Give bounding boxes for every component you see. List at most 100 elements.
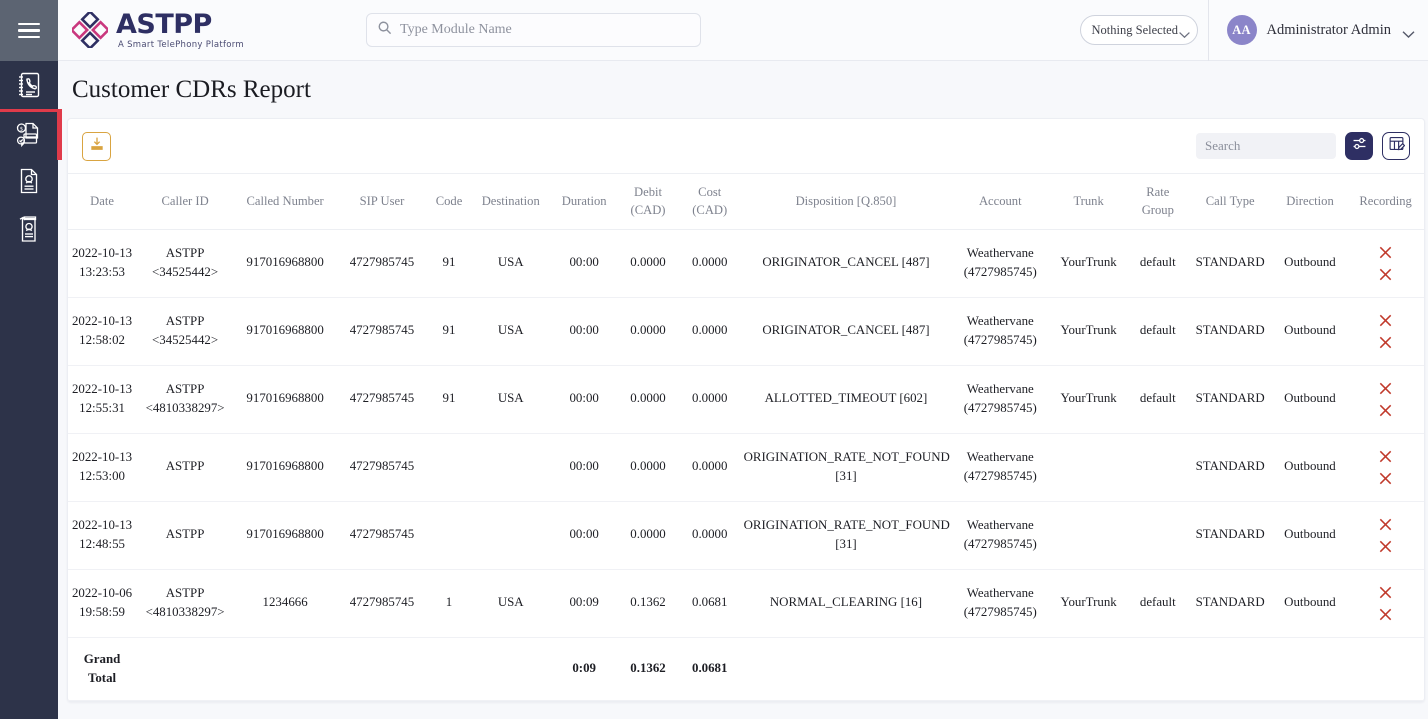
columns-button[interactable] [1382, 132, 1410, 160]
grand-total-empty-cell [1187, 637, 1273, 702]
cell-cost: 0.0681 [678, 569, 741, 638]
search-input[interactable] [392, 22, 690, 38]
cell-caller-id: ASTPP [136, 433, 235, 502]
cell-direction: Outbound [1272, 365, 1348, 434]
col-debit[interactable]: Debit (CAD) [617, 173, 679, 230]
cell-recording [1347, 229, 1424, 298]
cell-rate-group: default [1127, 365, 1188, 434]
sidebar-item-document[interactable] [0, 157, 58, 205]
table-row[interactable]: 2022-10-13 12:53:00 ASTPP 917016968800 4727… [68, 433, 1424, 502]
col-date[interactable]: Date [68, 173, 137, 230]
col-duration[interactable]: Duration [551, 173, 618, 230]
cell-direction: Outbound [1272, 433, 1348, 502]
col-called-number[interactable]: Called Number [234, 173, 337, 230]
left-sidebar: $ [0, 0, 62, 719]
cell-disposition: ORIGINATION_RATE_NOT_FOUND [31] [740, 433, 952, 502]
cell-destination [470, 501, 552, 570]
cell-call-type: STANDARD [1187, 433, 1273, 502]
app-logo[interactable]: ASTPP A Smart TelePhony Platform [58, 9, 348, 51]
cell-recording [1347, 433, 1424, 502]
col-destination[interactable]: Destination [470, 173, 552, 230]
cdr-table: Date Caller ID Called Number SIP User Co… [68, 173, 1424, 702]
grand-total-label: Grand Total [68, 637, 137, 702]
invoice-card-icon: $ [15, 121, 43, 149]
cell-sip-user: 4727985745 [336, 433, 428, 502]
document-user-icon [17, 167, 41, 195]
col-sip-user[interactable]: SIP User [336, 173, 428, 230]
cell-trunk: YourTrunk [1049, 365, 1128, 434]
col-direction[interactable]: Direction [1272, 173, 1348, 230]
cell-rate-group: default [1127, 569, 1188, 638]
table-row[interactable]: 2022-10-13 12:58:02 ASTPP <34525442> 91701… [68, 297, 1424, 366]
module-search-box[interactable] [366, 13, 701, 47]
cell-destination: USA [470, 365, 552, 434]
cell-sip-user: 4727985745 [336, 297, 428, 366]
logo-tagline: A Smart TelePhony Platform [118, 39, 244, 50]
col-account[interactable]: Account [951, 173, 1050, 230]
sidebar-item-billing[interactable]: $ [0, 109, 62, 160]
astpp-logo-icon [69, 9, 111, 51]
grand-total-empty-cell [740, 637, 952, 702]
chevron-down-icon[interactable] [1401, 26, 1415, 38]
cell-cost: 0.0000 [678, 229, 741, 298]
table-head: Date Caller ID Called Number SIP User Co… [68, 173, 1424, 230]
cell-debit: 0.0000 [617, 433, 679, 502]
col-call-type[interactable]: Call Type [1187, 173, 1273, 230]
cell-rate-group: default [1127, 229, 1188, 298]
cell-code [427, 433, 471, 502]
cell-direction: Outbound [1272, 229, 1348, 298]
col-rate-group[interactable]: Rate Group [1127, 173, 1188, 230]
menu-toggle[interactable] [0, 0, 58, 61]
cell-call-type: STANDARD [1187, 229, 1273, 298]
cell-recording [1347, 297, 1424, 366]
nothing-selected-dropdown[interactable]: Nothing Selected [1079, 15, 1198, 45]
col-trunk[interactable]: Trunk [1049, 173, 1128, 230]
table-body: 2022-10-13 13:23:53 ASTPP <34525442> 91701… [68, 229, 1424, 702]
cell-destination: USA [470, 569, 552, 638]
table-row[interactable]: 2022-10-13 13:23:53 ASTPP <34525442> 91701… [68, 229, 1424, 298]
cell-cost: 0.0000 [678, 365, 741, 434]
cell-rate-group: default [1127, 297, 1188, 366]
cell-sip-user: 4727985745 [336, 365, 428, 434]
table-row[interactable]: 2022-10-13 12:48:55 ASTPP 917016968800 4727… [68, 501, 1424, 570]
col-recording[interactable]: Recording [1347, 173, 1424, 230]
cell-disposition: NORMAL_CLEARING [16] [740, 569, 952, 638]
col-cost[interactable]: Cost (CAD) [678, 173, 741, 230]
hamburger-icon[interactable] [18, 22, 40, 39]
download-button[interactable] [82, 131, 111, 161]
recording-unavailable-icon [1350, 516, 1421, 555]
grand-total-row: Grand Total 0:09 0.1362 0.0681 [68, 637, 1424, 702]
cell-duration: 00:00 [551, 297, 618, 366]
grand-total-empty-cell [136, 637, 235, 702]
cell-account: Weathervane (4727985745) [951, 569, 1050, 638]
user-menu[interactable]: AA Administrator Admin [1207, 0, 1428, 61]
cell-recording [1347, 569, 1424, 638]
cell-direction: Outbound [1272, 501, 1348, 570]
cell-called-number: 917016968800 [234, 229, 337, 298]
toolbar-right [1196, 132, 1410, 160]
col-disposition[interactable]: Disposition [Q.850] [740, 173, 952, 230]
recording-unavailable-icon [1350, 244, 1421, 283]
col-code[interactable]: Code [427, 173, 471, 230]
col-caller-id[interactable]: Caller ID [136, 173, 235, 230]
cell-debit: 0.0000 [617, 229, 679, 298]
app-header: ASTPP A Smart TelePhony Platform Nothing… [58, 0, 1428, 61]
table-row[interactable]: 2022-10-06 19:58:59 ASTPP <4810338297> 123… [68, 569, 1424, 638]
filter-button[interactable] [1345, 132, 1373, 160]
sidebar-item-phonebook[interactable] [0, 61, 58, 109]
grand-total-empty-cell [470, 637, 552, 702]
clipboard-report-icon [17, 215, 42, 244]
cell-date: 2022-10-13 12:48:55 [68, 501, 137, 570]
grand-total-empty-cell [1272, 637, 1348, 702]
cell-account: Weathervane (4727985745) [951, 297, 1050, 366]
cell-debit: 0.0000 [617, 297, 679, 366]
cell-code [427, 501, 471, 570]
sidebar-item-reports[interactable] [0, 205, 58, 253]
cell-caller-id: ASTPP <4810338297> [136, 569, 235, 638]
table-row[interactable]: 2022-10-13 12:55:31 ASTPP <4810338297> 917… [68, 365, 1424, 434]
svg-text:$: $ [20, 126, 23, 132]
cell-date: 2022-10-13 12:53:00 [68, 433, 137, 502]
cell-debit: 0.0000 [617, 365, 679, 434]
grid-search-input[interactable] [1196, 133, 1336, 159]
cell-date: 2022-10-13 12:55:31 [68, 365, 137, 434]
